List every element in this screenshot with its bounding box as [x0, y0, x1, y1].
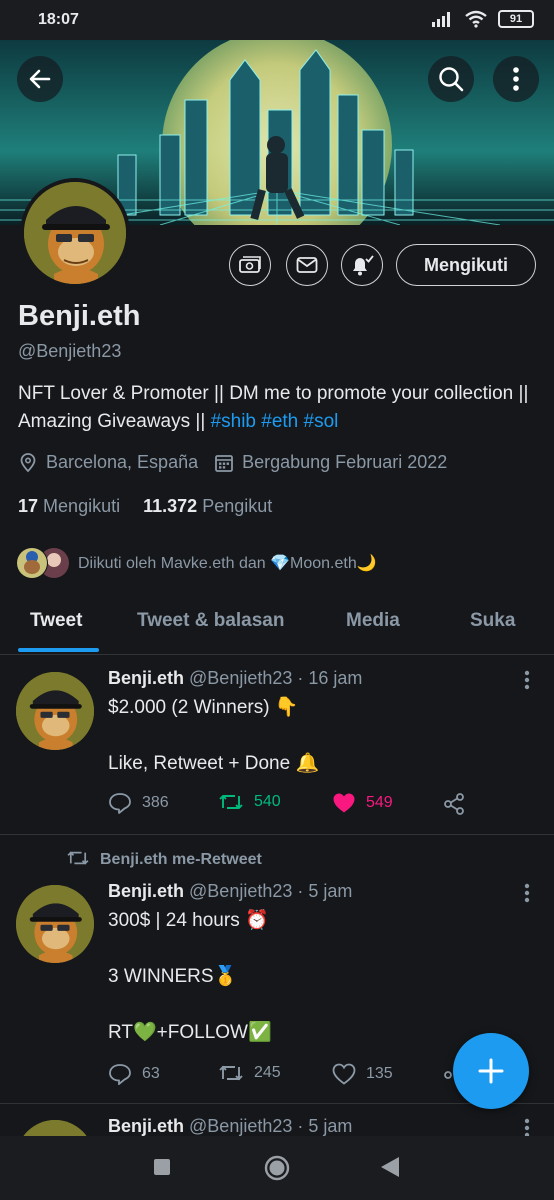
retweet-indicator: Benji.eth me-Retweet [66, 849, 262, 869]
reply-count: 386 [142, 794, 169, 811]
retweet-button[interactable]: 540 [218, 792, 281, 812]
ape-avatar-image [16, 885, 94, 963]
money-icon [239, 256, 261, 273]
tab-media[interactable]: Media [346, 610, 400, 632]
tweet[interactable]: Benji.eth @Benjieth23 · 5 jam [0, 1104, 554, 1136]
retweet-icon [67, 851, 89, 865]
tweet-header: Benji.eth @Benjieth23 · 5 jam [108, 1116, 352, 1136]
followed-by-row[interactable]: Diikuti oleh Mavke.eth dan 💎Moon.eth🌙 [14, 546, 377, 580]
tweet-author-name[interactable]: Benji.eth [108, 1116, 184, 1136]
profile-tabs: Tweet Tweet & balasan Media Suka [0, 600, 554, 655]
ape-avatar-image [16, 1120, 94, 1136]
location-pin-icon [20, 452, 36, 472]
like-count: 135 [366, 1065, 393, 1082]
reply-button[interactable]: 63 [108, 1063, 160, 1085]
like-button[interactable]: 135 [332, 1063, 393, 1085]
back-button[interactable] [17, 56, 63, 102]
home-icon[interactable] [263, 1154, 291, 1182]
tweet-avatar[interactable] [16, 672, 94, 750]
tab-tweets-replies[interactable]: Tweet & balasan [137, 610, 284, 632]
reply-icon [109, 793, 131, 814]
followers-stat[interactable]: 11.372 Pengikut [143, 496, 272, 516]
retweet-button[interactable]: 245 [218, 1063, 281, 1083]
more-options-button[interactable] [493, 56, 539, 102]
follower-avatars [16, 547, 69, 579]
recents-icon[interactable] [153, 1158, 171, 1176]
status-bar: 18:07 91 [0, 0, 554, 40]
search-icon [439, 67, 464, 92]
tweet-header: Benji.eth @Benjieth23 · 16 jam [108, 668, 362, 689]
status-time: 18:07 [38, 11, 79, 28]
notifications-button[interactable] [341, 244, 383, 286]
tweet-avatar[interactable] [16, 885, 94, 963]
reply-icon [109, 1064, 131, 1085]
following-count: 17 [18, 496, 39, 516]
heart-icon [332, 1063, 356, 1085]
retweet-icon [219, 795, 243, 809]
profile-bio: NFT Lover & Promoter || DM me to promote… [18, 380, 538, 436]
tweet-text: 300$ | 24 hours ⏰ 3 WINNERS🥇 RT💚+FOLLOW✅ [108, 910, 272, 1043]
tip-button[interactable] [229, 244, 271, 286]
tweet-more-icon[interactable] [524, 1118, 530, 1136]
arrow-left-icon [29, 69, 51, 89]
followed-by-text: Diikuti oleh Mavke.eth dan 💎Moon.eth🌙 [78, 555, 377, 572]
tweet-header: Benji.eth @Benjieth23 · 5 jam [108, 881, 352, 902]
bell-check-icon [353, 255, 374, 276]
system-nav-bar [0, 1136, 554, 1200]
tweet-author-name[interactable]: Benji.eth [108, 881, 184, 901]
profile-meta: Barcelona, España Bergabung Februari 202… [18, 452, 447, 473]
retweet-label: Benji.eth me-Retweet [100, 851, 262, 868]
retweet-count: 245 [254, 1064, 281, 1081]
tab-likes[interactable]: Suka [470, 610, 515, 632]
tweet[interactable]: Benji.eth @Benjieth23 · 16 jam $2.000 (2… [0, 656, 554, 834]
ape-avatar-image [16, 672, 94, 750]
like-button[interactable]: 549 [332, 792, 393, 814]
followers-count: 11.372 [143, 496, 198, 516]
retweet-icon [219, 1065, 243, 1081]
heart-filled-icon [333, 793, 355, 813]
profile-stats: 17 Mengikuti 11.372 Pengikut [18, 496, 272, 517]
following-stat[interactable]: 17 Mengikuti [18, 496, 120, 516]
followers-label: Pengikut [202, 496, 273, 516]
wifi-icon [465, 10, 487, 28]
profile-name: Benji.eth [18, 300, 141, 332]
tweet-text: $2.000 (2 Winners) 👇 Like, Retweet + Don… [108, 697, 320, 774]
compose-tweet-button[interactable] [453, 1033, 529, 1109]
profile-avatar[interactable] [20, 178, 130, 288]
back-nav-icon[interactable] [380, 1156, 400, 1178]
profile-joined: Bergabung Februari 2022 [242, 452, 448, 472]
signal-icon [432, 12, 450, 27]
status-icons: 91 [432, 10, 534, 28]
ape-avatar-image [24, 182, 126, 284]
reply-button[interactable]: 386 [108, 792, 169, 814]
profile-handle: @Benjieth23 [18, 341, 122, 361]
message-button[interactable] [286, 244, 328, 286]
share-button[interactable] [442, 792, 466, 816]
bio-hashtags[interactable]: #shib #eth #sol [211, 411, 339, 432]
profile-location: Barcelona, España [46, 452, 199, 472]
like-count: 549 [366, 794, 393, 811]
reply-count: 63 [142, 1065, 160, 1082]
active-tab-indicator [18, 648, 99, 652]
more-vertical-icon [513, 67, 519, 91]
tweet-avatar[interactable] [16, 1120, 94, 1136]
following-label: Mengikuti [43, 496, 121, 516]
calendar-icon [215, 454, 234, 472]
tweet-meta: @Benjieth23 · 5 jam [189, 1116, 353, 1136]
tweet-author-name[interactable]: Benji.eth [108, 668, 184, 688]
envelope-icon [296, 257, 318, 273]
search-button[interactable] [428, 56, 474, 102]
tab-tweets[interactable]: Tweet [30, 610, 82, 632]
tweet-meta: @Benjieth23 · 16 jam [189, 668, 363, 688]
tweet-more-icon[interactable] [524, 670, 530, 690]
retweet-count: 540 [254, 793, 281, 810]
tweet-more-icon[interactable] [524, 883, 530, 903]
battery-indicator: 91 [498, 10, 534, 28]
tweet-meta: @Benjieth23 · 5 jam [189, 881, 353, 901]
plus-icon [478, 1058, 504, 1084]
share-icon [444, 793, 464, 815]
following-button[interactable]: Mengikuti [396, 244, 536, 286]
